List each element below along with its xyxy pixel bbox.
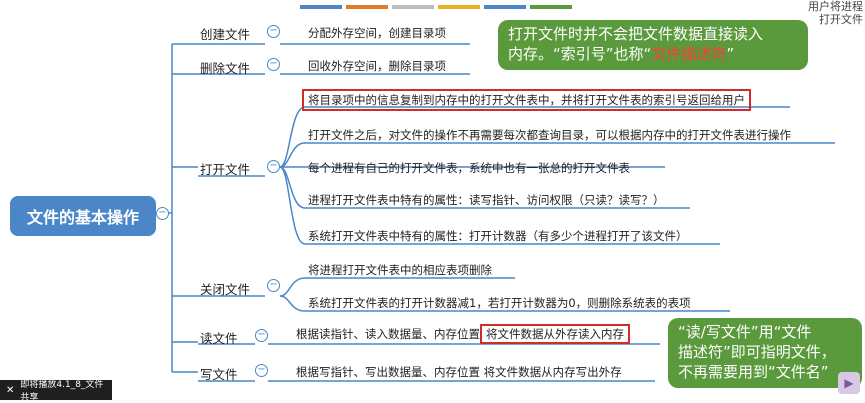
callout-bottom: “读/写文件”用“文件 描述符”即可指明文件， 不再需要用到“文件名” — [668, 318, 862, 388]
branch-open[interactable]: 打开文件 — [200, 159, 250, 178]
create-leaf: 分配外存空间，创建目录项 — [308, 26, 446, 40]
read-leaf-highlight: 将文件数据从外存读入内存 — [480, 324, 630, 344]
close-leaf-1: 将进程打开文件表中的相应表项删除 — [308, 263, 492, 277]
read-leaf: 根据读指针、读入数据量、内存位置 将文件数据从外存读入内存 — [296, 324, 630, 344]
open-leaf-5: 系统打开文件表中特有的属性：打开计数器（有多少个进程打开了该文件） — [308, 229, 688, 243]
callout-top-line-1: 打开文件时并不会把文件数据直接读入 — [508, 25, 764, 43]
callout-bottom-line-2: 描述符”即可指明文件， — [678, 343, 836, 361]
read-leaf-prefix: 根据读指针、读入数据量、内存位置 — [296, 327, 480, 341]
up-next-label: 即将播放4.1_8_文件共享 — [20, 380, 104, 403]
open-leaf-3: 每个进程有自己的打开文件表，系统中也有一张总的打开文件表 — [308, 161, 630, 175]
play-icon[interactable]: ▶ — [838, 372, 860, 394]
branch-create[interactable]: 创建文件 — [200, 24, 250, 43]
open-leaf-4: 进程打开文件表中特有的属性：读写指针、访问权限（只读？读写？） — [308, 193, 665, 207]
branch-read[interactable]: 读文件 — [200, 328, 238, 347]
callout-bottom-line-3: 不再需要用到“文件名” — [678, 363, 829, 381]
close-icon[interactable]: ✕ — [0, 385, 20, 396]
open-leaf-1: 将目录项中的信息复制到内存中的打开文件表中，并将打开文件表的索引号返回给用户 — [302, 89, 751, 111]
open-leaf-2: 打开文件之后，对文件的操作不再需要每次都查询目录，可以根据内存中的打开文件表进行… — [308, 128, 791, 142]
callout-top: 打开文件时并不会把文件数据直接读入 内存。“索引号”也称“文件描述符” — [498, 20, 808, 70]
delete-leaf: 回收外存空间，删除目录项 — [308, 59, 446, 73]
branch-write[interactable]: 写文件 — [200, 364, 238, 383]
close-collapse-icon[interactable]: − — [267, 279, 280, 292]
up-next-bar[interactable]: ✕ 即将播放4.1_8_文件共享 — [0, 380, 112, 403]
root-node[interactable]: 文件的基本操作 — [10, 196, 156, 236]
read-collapse-icon[interactable]: − — [255, 329, 268, 342]
delete-collapse-icon[interactable]: − — [267, 58, 280, 71]
create-collapse-icon[interactable]: − — [267, 25, 280, 38]
branch-close[interactable]: 关闭文件 — [200, 279, 250, 298]
branch-delete[interactable]: 删除文件 — [200, 58, 250, 77]
callout-top-line-2: 内存。“索引号”也称“文件描述符” — [508, 44, 798, 64]
close-leaf-2: 系统打开文件表的打开计数器减1，若打开计数器为0，则删除系统表的表项 — [308, 296, 691, 310]
callout-top-line-2b: ” — [726, 45, 735, 63]
callout-top-red: 文件描述符 — [651, 45, 727, 63]
open-collapse-icon[interactable]: − — [267, 160, 280, 173]
root-collapse-icon[interactable]: − — [156, 207, 169, 220]
root-label: 文件的基本操作 — [26, 208, 139, 227]
write-collapse-icon[interactable]: − — [255, 364, 268, 377]
write-leaf: 根据写指针、写出数据量、内存位置 将文件数据从内存写出外存 — [296, 365, 622, 379]
callout-top-line-2a: 内存。“索引号”也称“ — [508, 45, 652, 63]
callout-bottom-line-1: “读/写文件”用“文件 — [678, 323, 812, 341]
